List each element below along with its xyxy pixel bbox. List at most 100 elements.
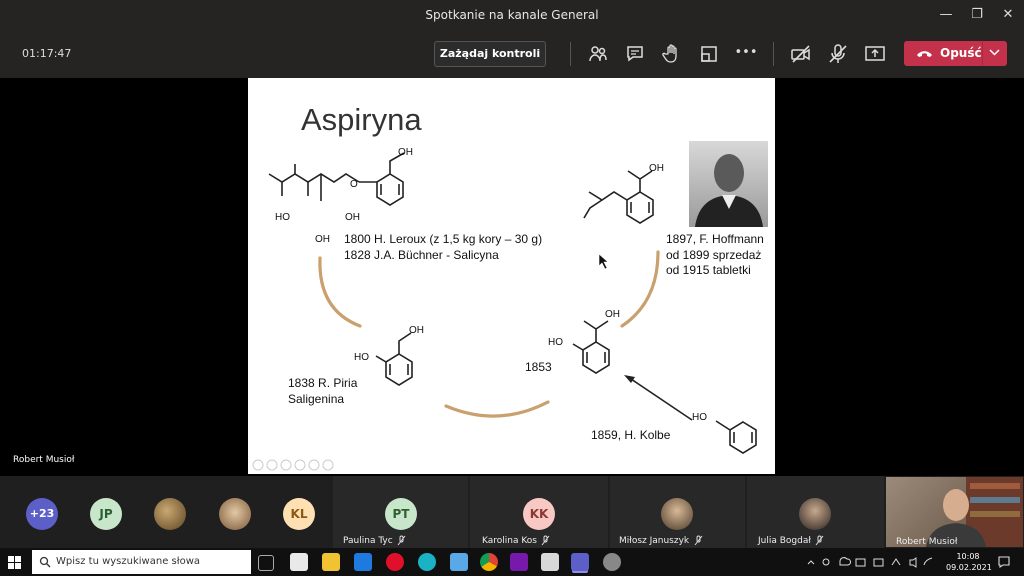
clock-time: 10:08 bbox=[956, 552, 980, 561]
ho-label: HO bbox=[354, 352, 369, 363]
salicin-text-line-1: 1800 H. Leroux (z 1,5 kg kory – 30 g) bbox=[344, 232, 543, 246]
raise-hand-icon[interactable] bbox=[660, 42, 684, 66]
salicin-text-line-2: 1828 J.A. Büchner - Salicyna bbox=[344, 248, 499, 262]
kolbe-arrow-head bbox=[624, 375, 635, 383]
ho-label: HO bbox=[692, 412, 707, 423]
microphone-off-icon bbox=[397, 535, 406, 546]
taskbar-search-box[interactable]: Wpisz tu wyszukiwane słowa bbox=[32, 550, 251, 574]
participant-tile[interactable]: Julia Bogdał bbox=[747, 476, 884, 548]
saligenin-text-line-2: Saligenina bbox=[288, 392, 345, 406]
minimize-icon[interactable]: — bbox=[936, 6, 956, 24]
saligenin-text-line-1: 1838 R. Piria bbox=[288, 376, 358, 390]
close-icon[interactable]: ✕ bbox=[998, 6, 1018, 24]
participant-photo-avatar[interactable] bbox=[219, 498, 251, 530]
share-screen-icon[interactable] bbox=[863, 42, 887, 66]
salicylic-acid-structure bbox=[572, 320, 610, 374]
participant-name: Julia Bogdał bbox=[758, 536, 811, 546]
self-name: Robert Musioł bbox=[896, 537, 958, 547]
windows-start-icon[interactable] bbox=[8, 556, 21, 569]
toolbar-divider bbox=[570, 42, 571, 66]
teams-icon[interactable] bbox=[571, 553, 589, 571]
slide-navigation-controls[interactable] bbox=[252, 459, 352, 471]
oh-label: OH bbox=[649, 163, 664, 174]
phone-hangup-icon bbox=[917, 51, 932, 57]
kolbe-text: 1859, H. Kolbe bbox=[591, 428, 671, 442]
oh-label: OH bbox=[315, 234, 330, 245]
kolbe-arrow bbox=[627, 376, 693, 421]
participant-name: Karolina Kos bbox=[482, 536, 537, 546]
hoffmann-text-line-3: od 1915 tabletki bbox=[666, 263, 751, 277]
reaction-arrow-2 bbox=[444, 400, 550, 418]
participant-photo-avatar[interactable] bbox=[154, 498, 186, 530]
participant-photo-avatar bbox=[799, 498, 831, 530]
store-icon[interactable] bbox=[290, 553, 308, 571]
request-control-button[interactable]: Zażądaj kontroli bbox=[434, 41, 546, 67]
system-clock[interactable]: 10:08 09.02.2021 bbox=[946, 551, 992, 573]
camera-off-icon[interactable] bbox=[789, 42, 813, 66]
meeting-timer: 01:17:47 bbox=[22, 47, 72, 60]
edge-icon[interactable] bbox=[418, 553, 436, 571]
reaction-arrow-3 bbox=[620, 250, 660, 328]
microphone-off-icon[interactable] bbox=[826, 42, 850, 66]
participants-strip: +23 JP KL PT Paulina Tyc KK Karolina Kos… bbox=[0, 476, 1024, 548]
more-options-icon[interactable]: ••• bbox=[734, 42, 758, 66]
calculator-icon[interactable] bbox=[541, 553, 559, 571]
chevron-down-icon[interactable] bbox=[989, 49, 1000, 57]
chat-icon[interactable] bbox=[623, 42, 647, 66]
presentation-slide: Aspiryna OH HO OH OH OH OH HO OH HO HO O… bbox=[248, 78, 775, 474]
opera-icon[interactable] bbox=[386, 553, 404, 571]
leave-divider bbox=[982, 41, 983, 66]
chrome-icon[interactable] bbox=[480, 553, 498, 571]
phenol-structure bbox=[715, 420, 757, 454]
toolbar-divider bbox=[773, 42, 774, 66]
participant-avatar[interactable]: KL bbox=[283, 498, 315, 530]
clock-date: 09.02.2021 bbox=[946, 563, 992, 572]
oh-label: OH bbox=[398, 147, 413, 158]
breakout-rooms-icon[interactable] bbox=[697, 42, 721, 66]
oh-label: OH bbox=[605, 309, 620, 320]
app-icon[interactable] bbox=[450, 553, 468, 571]
hoffmann-text-line-2: od 1899 sprzedaż bbox=[666, 248, 762, 262]
hoffmann-portrait bbox=[689, 141, 768, 227]
ho-label: HO bbox=[275, 212, 290, 223]
ho-label: HO bbox=[548, 337, 563, 348]
participant-avatar[interactable]: JP bbox=[90, 498, 122, 530]
title-bar: Spotkanie na kanale General — ❐ ✕ bbox=[0, 0, 1024, 30]
more-participants-badge[interactable]: +23 bbox=[26, 498, 58, 530]
notifications-icon[interactable] bbox=[997, 555, 1011, 569]
participant-avatar: PT bbox=[385, 498, 417, 530]
participant-photo-avatar bbox=[661, 498, 693, 530]
participant-tile[interactable]: Miłosz Januszyk bbox=[610, 476, 745, 548]
hoffmann-text-line-1: 1897, F. Hoffmann bbox=[666, 232, 764, 246]
window-title: Spotkanie na kanale General bbox=[425, 8, 599, 22]
maximize-icon[interactable]: ❐ bbox=[967, 6, 987, 24]
microphone-off-icon bbox=[815, 535, 824, 546]
presenter-name-label: Robert Musioł bbox=[13, 455, 75, 465]
app-icon[interactable] bbox=[603, 553, 621, 571]
mail-icon[interactable] bbox=[354, 553, 372, 571]
reaction-arrow-1 bbox=[318, 256, 362, 328]
participants-icon[interactable] bbox=[586, 42, 610, 66]
participant-name: Paulina Tyc bbox=[343, 536, 393, 546]
task-view-icon[interactable] bbox=[258, 555, 274, 571]
system-tray-icons[interactable] bbox=[806, 557, 938, 568]
participant-tile[interactable]: PT Paulina Tyc bbox=[333, 476, 468, 548]
search-icon bbox=[39, 556, 51, 568]
leave-button[interactable]: Opuść bbox=[904, 41, 1007, 66]
self-video-tile[interactable]: Robert Musioł bbox=[886, 477, 1023, 547]
participant-name: Miłosz Januszyk bbox=[619, 536, 690, 546]
file-explorer-icon[interactable] bbox=[322, 553, 340, 571]
onenote-icon[interactable] bbox=[510, 553, 528, 571]
microphone-off-icon bbox=[694, 535, 703, 546]
participant-tile[interactable]: KK Karolina Kos bbox=[470, 476, 608, 548]
salicin-structure bbox=[268, 152, 405, 206]
shared-content-stage: Aspiryna OH HO OH OH OH OH HO OH HO HO O… bbox=[0, 78, 1024, 476]
saligenin-structure bbox=[375, 332, 413, 386]
aspirin-structure bbox=[583, 170, 654, 224]
participant-avatar: KK bbox=[523, 498, 555, 530]
mouse-cursor-icon bbox=[598, 253, 609, 270]
leave-label: Opuść bbox=[940, 46, 982, 60]
windows-taskbar: Wpisz tu wyszukiwane słowa 10:08 09.02.2… bbox=[0, 548, 1024, 576]
portrait-silhouette bbox=[695, 154, 763, 227]
oh-label: OH bbox=[345, 212, 360, 223]
